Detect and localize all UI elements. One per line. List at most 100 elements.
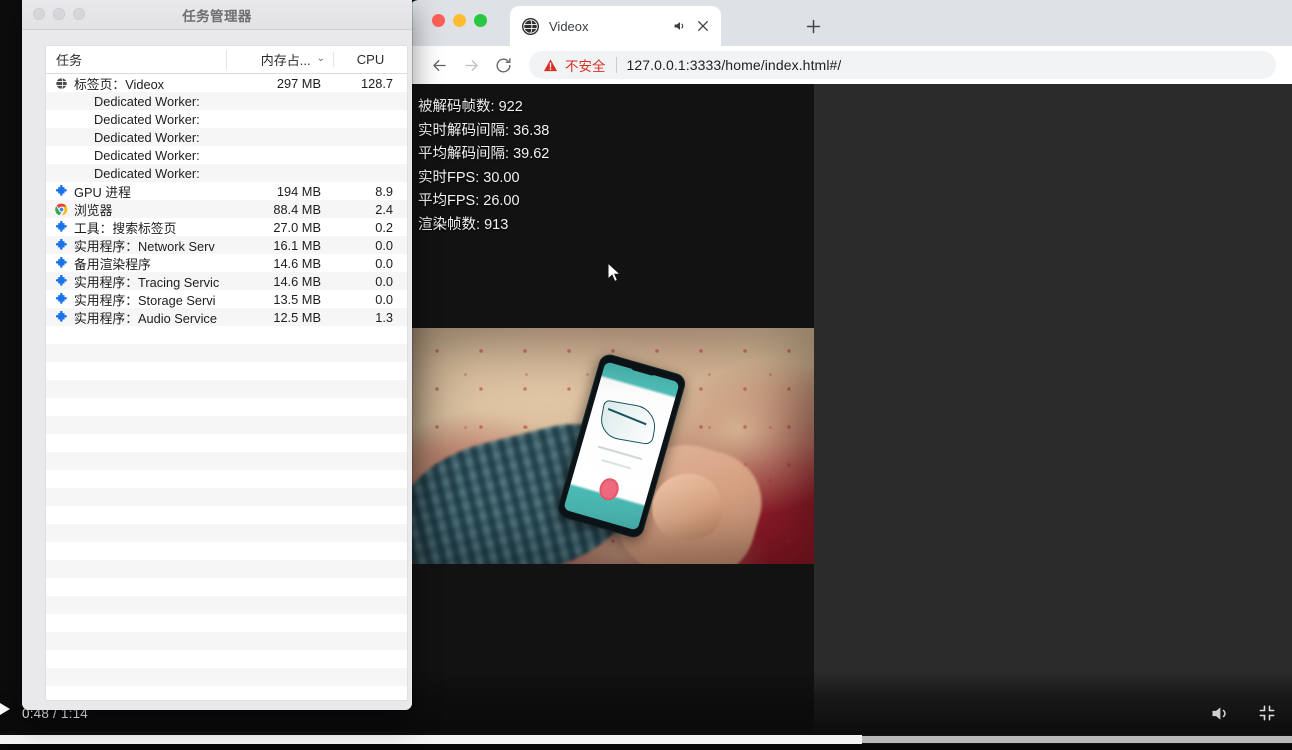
task-row-empty xyxy=(46,398,407,416)
task-row[interactable]: Dedicated Worker: xyxy=(46,164,407,182)
task-row-empty xyxy=(46,470,407,488)
tab-audio-speaker-icon[interactable] xyxy=(671,17,689,35)
tab-title: Videox xyxy=(549,18,589,34)
task-row[interactable]: 实用程序：Audio Service 12.5 MB 1.3 xyxy=(46,308,407,326)
task-manager-maximize-button[interactable] xyxy=(73,8,85,20)
tab-close-icon[interactable] xyxy=(694,17,712,35)
task-memory-cell: 13.5 MB xyxy=(273,291,321,307)
task-row-empty xyxy=(46,524,407,542)
task-row-empty xyxy=(46,632,407,650)
scrollbar-track[interactable] xyxy=(862,736,1292,743)
screen: 被解码帧数: 922 实时解码间隔: 36.38 平均解码间隔: 39.62 实… xyxy=(0,0,1292,750)
task-row-name-cell: Dedicated Worker: xyxy=(46,148,226,163)
task-row-empty xyxy=(46,686,407,700)
task-table-rows: 标签页：Videox 297 MB 128.7 Dedicated Worker: De… xyxy=(46,74,407,700)
puzzle-icon xyxy=(54,220,68,234)
task-row-empty xyxy=(46,380,407,398)
task-row-empty xyxy=(46,452,407,470)
task-row-empty xyxy=(46,434,407,452)
task-name: Dedicated Worker: xyxy=(94,111,200,127)
task-row-empty xyxy=(46,578,407,596)
task-row[interactable]: 实用程序：Network Serv 16.1 MB 0.0 xyxy=(46,236,407,254)
task-row-empty xyxy=(46,614,407,632)
close-window-button[interactable] xyxy=(432,14,445,27)
task-row-empty xyxy=(46,668,407,686)
globe-icon xyxy=(522,17,539,35)
task-row[interactable]: Dedicated Worker: xyxy=(46,110,407,128)
stat-realtime-fps: 实时FPS: 30.00 xyxy=(418,169,520,186)
tab-videox[interactable]: Videox xyxy=(510,6,721,46)
column-header-memory[interactable]: 内存占... ⌄ xyxy=(226,50,333,69)
address-bar[interactable]: 不安全 127.0.0.1:3333/home/index.html#/ xyxy=(529,51,1276,79)
task-name: 工具：搜索标签页 xyxy=(74,220,177,236)
task-name: Dedicated Worker: xyxy=(94,129,200,145)
stat-rendered-frames: 渲染帧数: 913 xyxy=(418,216,509,233)
puzzle-icon xyxy=(54,256,68,270)
new-tab-button[interactable] xyxy=(799,12,827,40)
puzzle-icon xyxy=(54,184,68,198)
task-cpu-cell: 0.2 xyxy=(375,219,393,235)
minimize-window-button[interactable] xyxy=(453,14,466,27)
stat-realtime-interval: 实时解码间隔: 36.38 xyxy=(418,122,550,139)
task-row-empty xyxy=(46,488,407,506)
task-row-name-cell: 实用程序：Storage Servi xyxy=(46,290,226,309)
task-cpu-cell: 0.0 xyxy=(375,237,393,253)
task-manager-titlebar: 任务管理器 xyxy=(22,0,412,30)
task-table-header: 任务 内存占... ⌄ CPU xyxy=(46,46,407,74)
task-row-name-cell: Dedicated Worker: xyxy=(46,94,226,109)
task-row-name-cell: 标签页：Videox xyxy=(46,74,226,93)
task-manager-body: 任务 内存占... ⌄ CPU 标签页：Videox 297 MB 128.7 Ded… xyxy=(22,30,412,710)
page-right-gutter xyxy=(814,76,1292,732)
stat-average-interval: 平均解码间隔: 39.62 xyxy=(418,146,550,162)
task-name: 备用渲染程序 xyxy=(74,256,151,272)
scrollbar-thumb[interactable] xyxy=(0,735,862,744)
task-name: Dedicated Worker: xyxy=(94,165,200,181)
reload-icon[interactable] xyxy=(487,49,519,81)
horizontal-scrollbar[interactable] xyxy=(0,735,1292,744)
task-manager-traffic-lights xyxy=(33,8,85,20)
task-row-empty xyxy=(46,344,407,362)
column-header-task[interactable]: 任务 xyxy=(46,50,226,69)
task-row[interactable]: 浏览器 88.4 MB 2.4 xyxy=(46,200,407,218)
task-row[interactable]: Dedicated Worker: xyxy=(46,92,407,110)
task-row[interactable]: 备用渲染程序 14.6 MB 0.0 xyxy=(46,254,407,272)
task-name: 实用程序：Network Serv xyxy=(74,238,215,254)
task-row[interactable]: 实用程序：Storage Servi 13.5 MB 0.0 xyxy=(46,290,407,308)
task-row-empty xyxy=(46,416,407,434)
task-name: 实用程序：Audio Service xyxy=(74,310,217,326)
task-manager-close-button[interactable] xyxy=(33,8,45,20)
task-row[interactable]: 标签页：Videox 297 MB 128.7 xyxy=(46,74,407,92)
task-row[interactable]: 工具：搜索标签页 27.0 MB 0.2 xyxy=(46,218,407,236)
task-memory-cell: 27.0 MB xyxy=(273,219,321,235)
maximize-window-button[interactable] xyxy=(474,14,487,27)
url-text[interactable]: 127.0.0.1:3333/home/index.html#/ xyxy=(627,57,842,73)
forward-arrow-icon[interactable] xyxy=(455,49,487,81)
task-cpu-cell: 0.0 xyxy=(375,291,393,307)
task-row-empty xyxy=(46,542,407,560)
task-row[interactable]: Dedicated Worker: xyxy=(46,128,407,146)
task-memory-cell: 14.6 MB xyxy=(273,255,321,271)
back-arrow-icon[interactable] xyxy=(423,49,455,81)
task-name: Dedicated Worker: xyxy=(94,93,200,109)
security-status-label: 不安全 xyxy=(565,59,606,74)
task-row-name-cell: 工具：搜索标签页 xyxy=(46,218,226,237)
task-memory-cell: 194 MB xyxy=(276,183,321,199)
task-cpu-cell: 0.0 xyxy=(375,255,393,271)
task-row-name-cell: 实用程序：Tracing Servic xyxy=(46,272,226,291)
task-cpu-cell: 8.9 xyxy=(375,183,393,199)
video-frame-image xyxy=(409,328,814,564)
globe-icon xyxy=(54,76,68,90)
task-cpu-cell: 0.0 xyxy=(375,273,393,289)
task-row-name-cell: Dedicated Worker: xyxy=(46,112,226,127)
task-table: 任务 内存占... ⌄ CPU 标签页：Videox 297 MB 128.7 Ded… xyxy=(46,46,407,700)
task-row-name-cell: Dedicated Worker: xyxy=(46,130,226,145)
task-row[interactable]: Dedicated Worker: xyxy=(46,146,407,164)
task-row[interactable]: GPU 进程 194 MB 8.9 xyxy=(46,182,407,200)
task-row-empty xyxy=(46,362,407,380)
task-memory-cell: 14.6 MB xyxy=(273,273,321,289)
task-row[interactable]: 实用程序：Tracing Servic 14.6 MB 0.0 xyxy=(46,272,407,290)
warning-triangle-icon xyxy=(543,58,558,73)
task-manager-window: 任务管理器 任务 内存占... ⌄ CPU 标签页：Videox 297 MB 12… xyxy=(22,0,412,710)
task-manager-minimize-button[interactable] xyxy=(53,8,65,20)
column-header-cpu[interactable]: CPU xyxy=(333,52,407,67)
